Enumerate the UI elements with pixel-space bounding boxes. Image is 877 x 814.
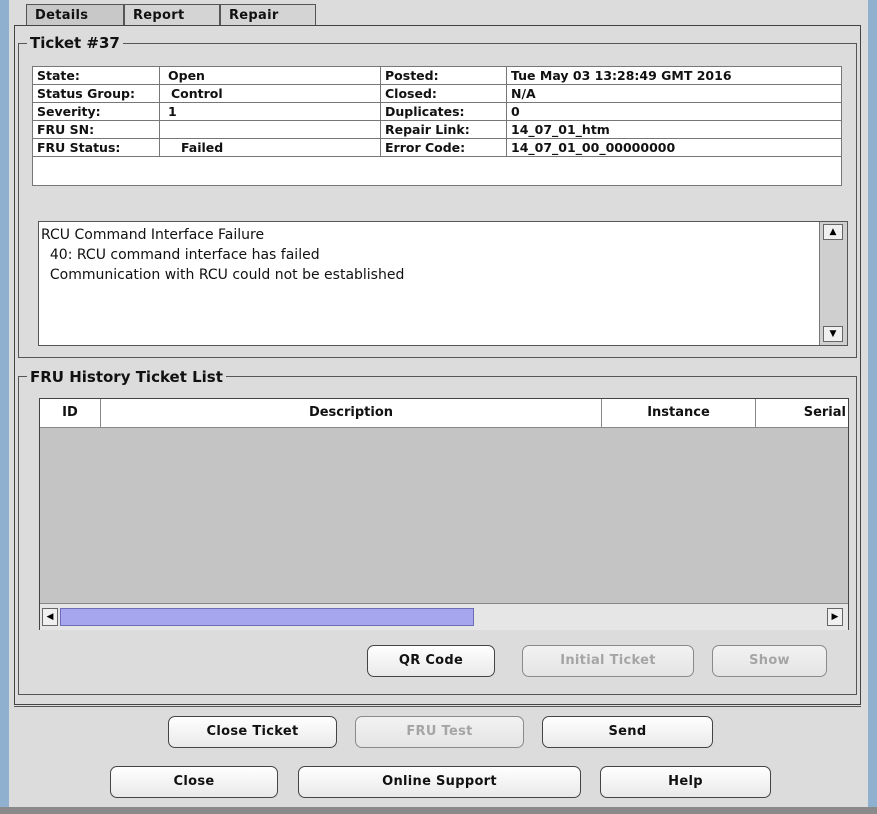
repair-link-value[interactable]: 14_07_01_htm bbox=[506, 120, 842, 139]
fru-status-value: Failed bbox=[159, 138, 381, 157]
table-header: ID Description Instance Serial bbox=[40, 399, 848, 428]
table-row: Severity: 1 Duplicates: 0 bbox=[32, 102, 842, 121]
duplicates-label: Duplicates: bbox=[380, 102, 507, 121]
tab-report[interactable]: Report bbox=[124, 4, 220, 25]
status-group-value: Control bbox=[159, 84, 381, 103]
divider bbox=[14, 706, 861, 707]
ticket-info-table: State: Open Posted: Tue May 03 13:28:49 … bbox=[32, 66, 842, 186]
tab-details[interactable]: Details bbox=[26, 4, 124, 25]
scrollbar-thumb[interactable] bbox=[60, 608, 474, 626]
fru-sn-label: FRU SN: bbox=[32, 120, 160, 139]
state-value: Open bbox=[159, 66, 381, 85]
window-edge-bottom bbox=[0, 807, 877, 814]
duplicates-value: 0 bbox=[506, 102, 842, 121]
table-row bbox=[32, 156, 842, 186]
column-header-id[interactable]: ID bbox=[40, 399, 101, 427]
close-ticket-button[interactable]: Close Ticket bbox=[168, 716, 337, 748]
severity-label: Severity: bbox=[32, 102, 160, 121]
error-code-label: Error Code: bbox=[380, 138, 507, 157]
fru-sn-value bbox=[159, 120, 381, 139]
fru-test-button[interactable]: FRU Test bbox=[355, 716, 524, 748]
column-header-instance[interactable]: Instance bbox=[602, 399, 756, 427]
table-row: FRU SN: Repair Link: 14_07_01_htm bbox=[32, 120, 842, 139]
table-row: FRU Status: Failed Error Code: 14_07_01_… bbox=[32, 138, 842, 157]
description-line: Communication with RCU could not be esta… bbox=[41, 267, 405, 283]
close-button[interactable]: Close bbox=[110, 766, 278, 798]
window-edge-right bbox=[868, 0, 877, 814]
description-line: 40: RCU command interface has failed bbox=[41, 247, 320, 263]
down-arrow-icon[interactable]: ▼ bbox=[823, 326, 843, 342]
up-arrow-icon[interactable]: ▲ bbox=[823, 224, 843, 240]
tab-report-label: Report bbox=[133, 8, 185, 23]
empty-row bbox=[32, 156, 842, 186]
fru-history-title: FRU History Ticket List bbox=[27, 368, 226, 386]
ticket-title: Ticket #37 bbox=[27, 34, 123, 52]
online-support-button[interactable]: Online Support bbox=[298, 766, 581, 798]
initial-ticket-button[interactable]: Initial Ticket bbox=[522, 645, 694, 677]
column-header-serial[interactable]: Serial bbox=[756, 399, 848, 427]
tab-details-label: Details bbox=[35, 8, 89, 23]
ticket-dialog: Details Report Repair Ticket #37 State: … bbox=[9, 0, 868, 807]
column-header-description[interactable]: Description bbox=[101, 399, 602, 427]
closed-label: Closed: bbox=[380, 84, 507, 103]
posted-label: Posted: bbox=[380, 66, 507, 85]
show-button[interactable]: Show bbox=[712, 645, 827, 677]
table-row: State: Open Posted: Tue May 03 13:28:49 … bbox=[32, 66, 842, 85]
fru-status-label: FRU Status: bbox=[32, 138, 160, 157]
right-arrow-icon[interactable]: ▶ bbox=[827, 608, 843, 626]
table-row: Status Group: Control Closed: N/A bbox=[32, 84, 842, 103]
description-scrollbar[interactable]: ▲ ▼ bbox=[819, 222, 847, 345]
severity-value: 1 bbox=[159, 102, 381, 121]
qr-code-button[interactable]: QR Code bbox=[367, 645, 495, 677]
horizontal-scrollbar[interactable]: ◀ ▶ bbox=[40, 603, 848, 630]
window-edge-left bbox=[0, 0, 9, 814]
error-code-value: 14_07_01_00_00000000 bbox=[506, 138, 842, 157]
posted-value: Tue May 03 13:28:49 GMT 2016 bbox=[506, 66, 842, 85]
help-button[interactable]: Help bbox=[600, 766, 771, 798]
tab-repair-label: Repair bbox=[229, 8, 279, 23]
left-arrow-icon[interactable]: ◀ bbox=[42, 608, 58, 626]
tab-repair[interactable]: Repair bbox=[220, 4, 316, 25]
ticket-description[interactable]: RCU Command Interface Failure 40: RCU co… bbox=[38, 221, 848, 346]
state-label: State: bbox=[32, 66, 160, 85]
send-button[interactable]: Send bbox=[542, 716, 713, 748]
closed-value: N/A bbox=[506, 84, 842, 103]
fru-history-table: ID Description Instance Serial ◀ ▶ bbox=[39, 398, 849, 630]
description-line: RCU Command Interface Failure bbox=[41, 227, 265, 243]
status-group-label: Status Group: bbox=[32, 84, 160, 103]
repair-link-label: Repair Link: bbox=[380, 120, 507, 139]
